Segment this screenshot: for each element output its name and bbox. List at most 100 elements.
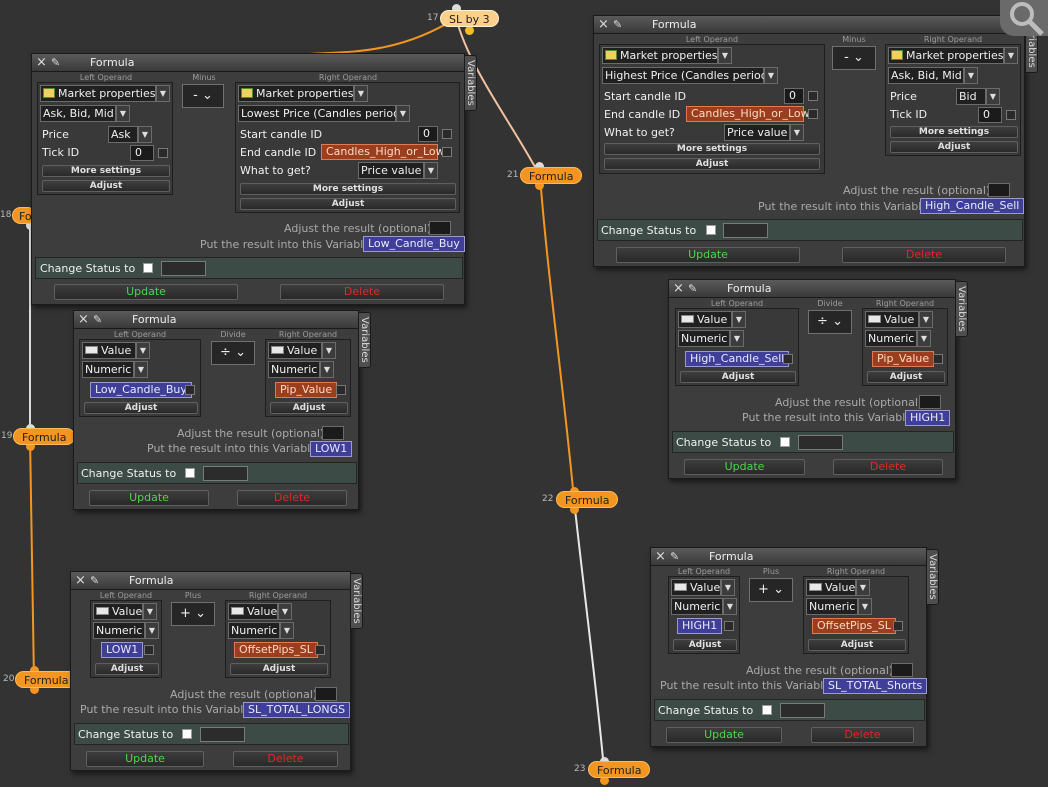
title-bar[interactable]: × ✎ Formula bbox=[32, 54, 464, 72]
start-candle-checkbox[interactable] bbox=[442, 129, 452, 139]
dropdown-arrow-icon[interactable]: ▼ bbox=[964, 67, 978, 84]
update-button[interactable]: Update bbox=[666, 727, 782, 743]
operator-select[interactable]: ÷ ⌄ bbox=[211, 341, 255, 365]
title-bar[interactable]: × ✎ Formula bbox=[71, 572, 350, 590]
delete-button[interactable]: Delete bbox=[237, 490, 347, 506]
pin-icon[interactable]: ✎ bbox=[613, 16, 622, 34]
adjust-result-input[interactable] bbox=[988, 183, 1010, 197]
dropdown-arrow-icon[interactable]: ▼ bbox=[732, 311, 746, 328]
status-field[interactable] bbox=[203, 466, 248, 481]
change-status-checkbox[interactable] bbox=[182, 729, 192, 739]
wrench-settings-icon[interactable] bbox=[1000, 0, 1048, 36]
dropdown-arrow-icon[interactable]: ▼ bbox=[424, 162, 438, 179]
sub-property-select[interactable]: Ask, Bid, Mid bbox=[888, 67, 964, 84]
right-variable-checkbox[interactable] bbox=[336, 385, 346, 395]
sub-property-select[interactable]: Highest Price (Candles period) bbox=[602, 67, 772, 84]
numeric-select[interactable]: Numeric bbox=[93, 622, 145, 639]
right-variable-checkbox[interactable] bbox=[893, 621, 903, 631]
start-candle-checkbox[interactable] bbox=[808, 91, 818, 101]
more-settings-button[interactable]: More settings bbox=[240, 183, 456, 195]
variables-tab[interactable]: Variables bbox=[358, 312, 371, 368]
dropdown-arrow-icon[interactable]: ▼ bbox=[156, 85, 170, 102]
node-21-formula[interactable]: Formula bbox=[520, 167, 583, 184]
market-properties-select[interactable]: Market properties bbox=[888, 47, 1004, 64]
right-variable[interactable]: Pip_Value bbox=[275, 382, 338, 398]
change-status-checkbox[interactable] bbox=[762, 705, 772, 715]
dropdown-arrow-icon[interactable]: ▼ bbox=[138, 126, 152, 143]
numeric-select[interactable]: Numeric bbox=[268, 361, 320, 378]
value-type-select[interactable]: Value bbox=[228, 603, 278, 620]
result-variable[interactable]: SL_TOTAL_LONGS bbox=[243, 702, 351, 718]
close-icon[interactable]: × bbox=[78, 311, 89, 329]
close-icon[interactable]: × bbox=[673, 280, 684, 298]
right-variable[interactable]: OffsetPips_SL bbox=[812, 618, 896, 634]
result-variable[interactable]: High_Candle_Sell bbox=[920, 198, 1025, 214]
numeric-select[interactable]: Numeric bbox=[865, 330, 917, 347]
left-variable-checkbox[interactable] bbox=[724, 621, 734, 631]
update-button[interactable]: Update bbox=[54, 284, 238, 300]
left-variable-checkbox[interactable] bbox=[783, 354, 793, 364]
dropdown-arrow-icon[interactable]: ▼ bbox=[322, 342, 336, 359]
title-bar[interactable]: × ✎ Formula bbox=[74, 311, 358, 329]
left-variable-checkbox[interactable] bbox=[185, 385, 195, 395]
right-variable-checkbox[interactable] bbox=[933, 354, 943, 364]
variables-tab[interactable]: Variables bbox=[464, 55, 477, 111]
dropdown-arrow-icon[interactable]: ▼ bbox=[278, 603, 292, 620]
adjust-button[interactable]: Adjust bbox=[680, 371, 796, 383]
operator-select[interactable]: + ⌄ bbox=[749, 578, 793, 602]
value-type-select[interactable]: Value bbox=[82, 342, 136, 359]
tick-id-input[interactable]: 0 bbox=[978, 107, 1002, 123]
more-settings-button[interactable]: More settings bbox=[890, 126, 1018, 138]
status-field[interactable] bbox=[723, 223, 768, 238]
update-button[interactable]: Update bbox=[684, 459, 805, 475]
result-variable[interactable]: SL_TOTAL_Shorts bbox=[823, 678, 928, 694]
variables-tab[interactable]: Variables bbox=[350, 573, 363, 629]
tick-id-checkbox[interactable] bbox=[158, 148, 168, 158]
value-type-select[interactable]: Value bbox=[678, 311, 732, 328]
status-field[interactable] bbox=[200, 727, 245, 742]
operator-select[interactable]: - ⌄ bbox=[182, 84, 224, 108]
end-candle-checkbox[interactable] bbox=[808, 109, 818, 119]
operator-select[interactable]: + ⌄ bbox=[171, 602, 215, 626]
pin-icon[interactable]: ✎ bbox=[90, 572, 99, 590]
adjust-result-input[interactable] bbox=[429, 221, 451, 235]
adjust-button[interactable]: Adjust bbox=[808, 639, 906, 651]
pin-icon[interactable]: ✎ bbox=[93, 311, 102, 329]
adjust-button[interactable]: Adjust bbox=[42, 180, 170, 192]
update-button[interactable]: Update bbox=[86, 751, 204, 767]
dropdown-arrow-icon[interactable]: ▼ bbox=[718, 47, 732, 64]
left-variable[interactable]: High_Candle_Sell bbox=[685, 351, 790, 367]
dropdown-arrow-icon[interactable]: ▼ bbox=[396, 105, 410, 122]
adjust-button[interactable]: Adjust bbox=[673, 639, 737, 651]
variables-tab[interactable]: Variables bbox=[926, 549, 939, 605]
left-variable[interactable]: Low_Candle_Buy bbox=[90, 382, 192, 398]
operator-select[interactable]: - ⌄ bbox=[832, 46, 876, 70]
close-icon[interactable]: × bbox=[598, 16, 609, 34]
delete-button[interactable]: Delete bbox=[842, 247, 1006, 263]
title-bar[interactable]: × ✎ Formula bbox=[594, 16, 1024, 34]
value-type-select[interactable]: Value bbox=[671, 579, 721, 596]
left-variable[interactable]: HIGH1 bbox=[677, 618, 723, 634]
result-variable[interactable]: Low_Candle_Buy bbox=[363, 236, 465, 252]
close-icon[interactable]: × bbox=[75, 572, 86, 590]
result-variable[interactable]: HIGH1 bbox=[905, 410, 951, 426]
pin-icon[interactable]: ✎ bbox=[688, 280, 697, 298]
what-to-get-select[interactable]: Price value bbox=[358, 162, 424, 179]
variables-tab[interactable]: Variables bbox=[955, 281, 968, 337]
numeric-select[interactable]: Numeric bbox=[678, 330, 730, 347]
node-23-formula[interactable]: Formula bbox=[588, 761, 651, 778]
adjust-button[interactable]: Adjust bbox=[84, 402, 198, 414]
dropdown-arrow-icon[interactable]: ▼ bbox=[280, 622, 294, 639]
market-properties-select[interactable]: Market properties bbox=[40, 85, 156, 102]
result-variable[interactable]: LOW1 bbox=[310, 441, 353, 457]
dropdown-arrow-icon[interactable]: ▼ bbox=[764, 67, 778, 84]
price-select[interactable]: Ask bbox=[108, 126, 138, 143]
price-select[interactable]: Bid bbox=[956, 88, 986, 105]
dropdown-arrow-icon[interactable]: ▼ bbox=[134, 361, 148, 378]
change-status-checkbox[interactable] bbox=[143, 263, 153, 273]
adjust-button[interactable]: Adjust bbox=[604, 158, 820, 170]
numeric-select[interactable]: Numeric bbox=[806, 598, 858, 615]
node-20-formula[interactable]: Formula bbox=[15, 671, 78, 688]
adjust-button[interactable]: Adjust bbox=[867, 371, 945, 383]
dropdown-arrow-icon[interactable]: ▼ bbox=[721, 579, 735, 596]
